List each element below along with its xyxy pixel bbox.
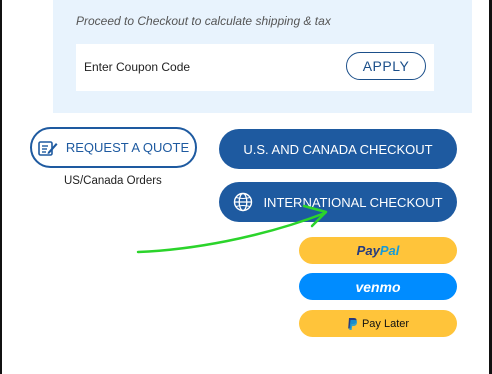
request-quote-label: REQUEST A QUOTE [65,140,190,155]
paypal-button[interactable]: Pay Pal [299,237,457,264]
window-border-left [0,0,2,374]
us-canada-checkout-button[interactable]: U.S. AND CANADA CHECKOUT [219,129,457,169]
shipping-note: Proceed to Checkout to calculate shippin… [76,14,331,28]
international-checkout-button[interactable]: INTERNATIONAL CHECKOUT [219,182,457,222]
request-quote-icon [38,140,58,156]
coupon-placeholder: Enter Coupon Code [84,60,191,74]
pay-later-label: Pay Later [361,317,410,330]
paypal-p-icon [348,317,357,330]
paypal-logo-part2: Pal [379,243,400,258]
coupon-field[interactable]: Enter Coupon Code APPLY [76,44,434,91]
us-canada-checkout-label: U.S. AND CANADA CHECKOUT [243,141,433,157]
international-checkout-label: INTERNATIONAL CHECKOUT [263,194,443,210]
venmo-button[interactable]: venmo [299,273,457,300]
globe-icon [234,192,253,212]
paypal-logo-part1: Pay [356,243,380,258]
venmo-logo: venmo [355,278,401,295]
request-quote-button[interactable]: REQUEST A QUOTE [30,127,197,168]
apply-coupon-button[interactable]: APPLY [346,52,426,80]
pay-later-button[interactable]: Pay Later [299,310,457,337]
quote-note: US/Canada Orders [64,175,162,187]
